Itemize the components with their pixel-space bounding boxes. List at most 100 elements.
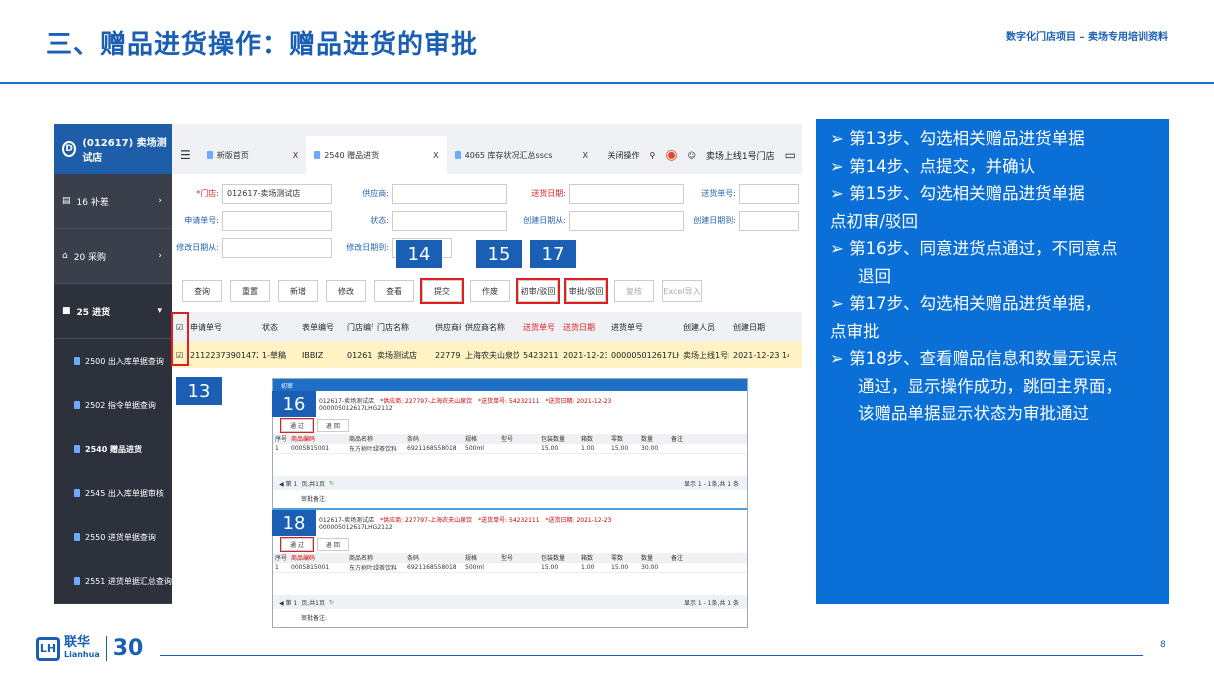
dialog-supplier: *供应商: 227797-上海农夫山泉饮: [380, 516, 473, 524]
cell: 15.00: [541, 564, 559, 571]
submit-button[interactable]: 提交: [420, 278, 464, 304]
query-button[interactable]: 查询: [182, 280, 222, 302]
menu-icon[interactable]: ☰: [172, 136, 199, 174]
pager-nav-icon[interactable]: ◀ 第 1: [279, 598, 297, 607]
item-icon: [74, 533, 80, 541]
cell: 6921168558018: [407, 445, 457, 452]
tab-bar: ☰ 新版首页 X 2540 赠品进货 X 4065 库存状况汇总sscs X 关闭操作…: [172, 124, 802, 174]
delivery-date-input[interactable]: [569, 183, 684, 204]
cell: 0005815001: [291, 445, 330, 452]
supplier-input[interactable]: [392, 183, 507, 204]
reject-button[interactable]: 退 回: [316, 538, 349, 551]
sidebar-label: 25 进货: [76, 307, 111, 318]
table-row[interactable]: 1 0005815001 东方树叶绿茶饮料 6921168558018 500ml 15.…: [273, 563, 747, 573]
user-icon: ☺: [687, 150, 696, 160]
sub-item-2551[interactable]: 2551 进货单据汇总查询: [54, 559, 172, 603]
cell: 东方树叶绿茶饮料: [349, 446, 398, 453]
col-header: 型号: [501, 555, 514, 562]
sub-item-2500[interactable]: 2500 出入库单据查询: [54, 339, 172, 383]
anniversary-badge: 30: [105, 636, 143, 661]
approve-button[interactable]: 审批/驳回: [564, 278, 608, 304]
cell: 6921168558018: [407, 564, 457, 571]
store-header: D (012617) 卖场测试店: [54, 124, 172, 174]
lianhua-logo: LH 联华 Lianhua 30: [36, 636, 143, 661]
brand-name-en: Lianhua: [64, 649, 100, 659]
item-icon: [74, 357, 80, 365]
col-header: 状态: [262, 322, 278, 332]
store-label: *门店:: [196, 189, 219, 198]
step-15: ➢ 第15步、勾选相关赠品进货单据: [830, 184, 1085, 203]
dialog-supplier: *供应商: 227797-上海农夫山泉饮: [380, 397, 473, 405]
view-button[interactable]: 查看: [374, 280, 414, 302]
dialog-doc-no: 000005012617LHG2112: [319, 524, 393, 531]
sub-label: 2551 进货单据汇总查询: [85, 576, 172, 586]
excel-import-button[interactable]: Excel导入: [662, 280, 702, 302]
chevron-right-icon: ›: [158, 196, 162, 206]
table-row[interactable]: 1 0005815001 东方树叶绿茶饮料 6921168558018 500ml 15.…: [273, 444, 747, 454]
pager-total: 显示 1 - 1条,共 1 条: [683, 480, 739, 488]
col-header: 条码: [407, 555, 420, 562]
notification-icon[interactable]: ◉: [665, 147, 677, 163]
sidebar-item-16[interactable]: ▤ 16 补差 ›: [54, 174, 172, 229]
grid-header: ☑ 申请单号 状态 表单编号 门店编号 门店名称 供应商编号 供应商名称 送货单…: [172, 312, 802, 342]
refresh-icon[interactable]: ↻: [329, 480, 334, 487]
cell: 54232111: [523, 350, 559, 360]
doc-icon: ▤: [62, 196, 71, 206]
cell: 0005815001: [291, 564, 330, 571]
monitor-icon[interactable]: ▭: [785, 148, 796, 162]
step-marker-17: 17: [530, 240, 576, 268]
sidebar-item-20[interactable]: ⌂ 20 采购 ›: [54, 229, 172, 284]
tab-2540[interactable]: 2540 赠品进货 X: [306, 136, 447, 174]
step-17: ➢ 第17步、勾选相关赠品进货单据，: [830, 294, 1102, 313]
add-button[interactable]: 新增: [278, 280, 318, 302]
void-button[interactable]: 作废: [470, 280, 510, 302]
tab-4065[interactable]: 4065 库存状况汇总sscs X: [447, 136, 596, 174]
table-row[interactable]: ☑ 21122373901472759... 1-草稿 IBBIZ 012617…: [172, 342, 802, 368]
search-icon[interactable]: ⚲: [650, 151, 656, 160]
sub-item-2540[interactable]: 2540 赠品进货: [54, 427, 172, 471]
step-15-cont: 点初审/驳回: [830, 211, 919, 231]
create-from-input[interactable]: [569, 210, 684, 231]
delivery-no-input[interactable]: [739, 183, 799, 204]
dialog-delivery-no: *送货单号: 54232111: [478, 397, 540, 405]
reset-button[interactable]: 重置: [230, 280, 270, 302]
dialog-delivery-no: *送货单号: 54232111: [478, 516, 540, 524]
tab-icon: [314, 151, 321, 159]
tab-home[interactable]: 新版首页 X: [199, 136, 306, 174]
status-select[interactable]: [392, 210, 507, 231]
step-18: ➢ 第18步、查看赠品信息和数量无误点: [830, 349, 1118, 368]
dialog-table-header: 序号 商品编码 商品名称 条码 规格 型号 包装数量 箱数 零数 数量 备注: [273, 553, 747, 563]
tab-icon: [454, 151, 461, 159]
close-icon[interactable]: X: [433, 151, 438, 160]
sub-item-2502[interactable]: 2502 指令单据查询: [54, 383, 172, 427]
step-17-cont: 点审批: [830, 321, 880, 341]
col-header: 数量: [641, 436, 654, 443]
modify-from-input[interactable]: [222, 237, 332, 258]
user-name[interactable]: 卖场上线1号门店: [706, 149, 775, 162]
sub-item-2545[interactable]: 2545 出入库单据审核: [54, 471, 172, 515]
col-header: 箱数: [581, 436, 594, 443]
edit-button[interactable]: 修改: [326, 280, 366, 302]
first-review-button[interactable]: 初审/驳回: [516, 278, 560, 304]
cell: 2021-12-23 14:21:09: [733, 350, 789, 360]
request-no-input[interactable]: [222, 210, 332, 231]
store-select[interactable]: 012617-卖场测试店: [222, 183, 332, 204]
sub-item-2550[interactable]: 2550 进货单据查询: [54, 515, 172, 559]
col-header: 零数: [611, 436, 624, 443]
store-name: (012617) 卖场测试店: [82, 138, 167, 164]
dialog-store: 012617-卖场测试店: [319, 397, 375, 405]
create-to-input[interactable]: [739, 210, 799, 231]
dialog-delivery-date: *送货日期: 2021-12-23: [545, 397, 612, 405]
pass-button[interactable]: 通 过: [280, 418, 314, 433]
reject-button[interactable]: 退 回: [316, 419, 349, 432]
cell: 15.00: [611, 445, 629, 452]
pass-button[interactable]: 通 过: [280, 537, 314, 552]
sidebar-item-25[interactable]: ■ 25 进货 ▾: [54, 284, 172, 339]
col-header: 商品名称: [349, 555, 374, 562]
close-icon[interactable]: X: [293, 151, 298, 160]
close-icon[interactable]: X: [582, 151, 587, 160]
close-ops-dropdown[interactable]: 关闭操作: [608, 150, 640, 161]
recheck-button[interactable]: 复核: [614, 280, 654, 302]
pager-nav-icon[interactable]: ◀ 第 1: [279, 479, 297, 488]
refresh-icon[interactable]: ↻: [329, 599, 334, 606]
